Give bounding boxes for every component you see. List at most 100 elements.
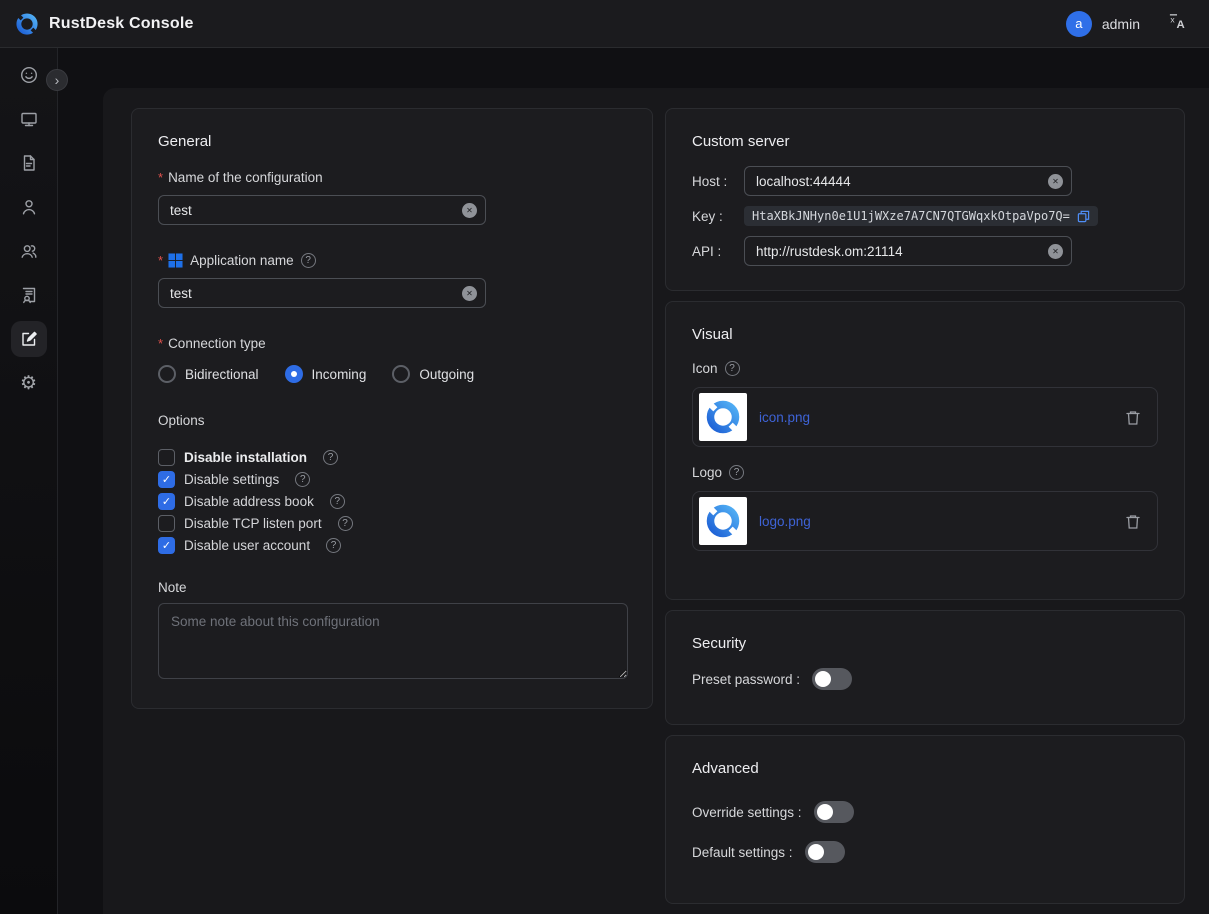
icon-label: Icon ? — [692, 361, 1158, 376]
username[interactable]: admin — [1102, 16, 1140, 32]
sidebar-item-dashboard[interactable] — [11, 57, 47, 93]
translate-icon[interactable]: x A — [1168, 12, 1187, 36]
app-name-input[interactable] — [170, 286, 455, 301]
checkbox-disable-address-book[interactable]: ✓ Disable address book ? — [158, 490, 626, 512]
advanced-card: Advanced Override settings : Default set… — [665, 735, 1185, 904]
sidebar: ⚙ › — [0, 48, 58, 914]
checkbox-disable-installation[interactable]: Disable installation ? — [158, 446, 626, 468]
clear-icon[interactable]: ✕ — [1048, 244, 1063, 259]
host-input-wrap: ✕ — [744, 166, 1072, 196]
visual-card: Visual Icon ? — [665, 301, 1185, 600]
help-icon[interactable]: ? — [330, 494, 345, 509]
sidebar-item-custom-client[interactable] — [11, 321, 47, 357]
radio-icon — [285, 365, 303, 383]
options-list: Disable installation ? ✓ Disable setting… — [158, 446, 626, 556]
help-icon[interactable]: ? — [326, 538, 341, 553]
copy-icon[interactable] — [1077, 210, 1090, 223]
host-input[interactable] — [756, 174, 1041, 189]
brand: RustDesk Console — [14, 11, 194, 37]
security-title: Security — [692, 635, 1158, 652]
checkbox-disable-user-account[interactable]: ✓ Disable user account ? — [158, 534, 626, 556]
checkbox-disable-settings[interactable]: ✓ Disable settings ? — [158, 468, 626, 490]
main-area: General * Name of the configuration ✕ * — [58, 48, 1209, 914]
document-search-icon — [19, 285, 39, 305]
delete-icon[interactable] — [1125, 513, 1141, 530]
logo-thumbnail — [699, 497, 747, 545]
key-label: Key : — [692, 209, 744, 224]
required-marker: * — [158, 336, 163, 351]
sidebar-item-users[interactable] — [11, 189, 47, 225]
radio-outgoing[interactable]: Outgoing — [392, 365, 474, 383]
logo-file-link[interactable]: logo.png — [759, 514, 811, 529]
help-icon[interactable]: ? — [295, 472, 310, 487]
help-icon[interactable]: ? — [725, 361, 740, 376]
override-settings-toggle[interactable] — [814, 801, 854, 823]
svg-text:x: x — [1170, 14, 1175, 24]
sidebar-item-settings[interactable]: ⚙ — [11, 365, 47, 401]
avatar[interactable]: a — [1066, 11, 1092, 37]
radio-incoming[interactable]: Incoming — [285, 365, 367, 383]
host-label: Host : — [692, 174, 744, 189]
api-label: API : — [692, 244, 744, 259]
icon-thumbnail — [699, 393, 747, 441]
help-icon[interactable]: ? — [338, 516, 353, 531]
clear-icon[interactable]: ✕ — [462, 203, 477, 218]
custom-server-card: Custom server Host : ✕ Key : HtaXBkJNHy — [665, 108, 1185, 291]
general-card: General * Name of the configuration ✕ * — [131, 108, 653, 709]
custom-server-title: Custom server — [692, 133, 1158, 150]
document-icon — [19, 153, 39, 173]
radio-bidirectional[interactable]: Bidirectional — [158, 365, 259, 383]
connection-type-group: Bidirectional Incoming Outgoing — [158, 365, 626, 383]
options-label: Options — [158, 413, 626, 428]
clear-icon[interactable]: ✕ — [462, 286, 477, 301]
sidebar-item-documents[interactable] — [11, 145, 47, 181]
name-label: * Name of the configuration — [158, 170, 626, 185]
help-icon[interactable]: ? — [729, 465, 744, 480]
name-input[interactable] — [170, 203, 455, 218]
checkbox-icon: ✓ — [158, 493, 175, 510]
users-group-icon — [19, 241, 39, 261]
default-settings-toggle[interactable] — [805, 841, 845, 863]
sidebar-item-audit[interactable] — [11, 277, 47, 313]
help-icon[interactable]: ? — [301, 253, 316, 268]
topbar: RustDesk Console a admin x A — [0, 0, 1209, 48]
sidebar-item-devices[interactable] — [11, 101, 47, 137]
checkbox-icon — [158, 449, 175, 466]
user-icon — [19, 197, 39, 217]
general-title: General — [158, 133, 626, 150]
svg-text:A: A — [1177, 19, 1185, 31]
smiley-icon — [19, 65, 39, 85]
logo-upload-row: logo.png — [692, 491, 1158, 551]
sidebar-expand-button[interactable]: › — [46, 69, 68, 91]
icon-file-link[interactable]: icon.png — [759, 410, 810, 425]
radio-icon — [392, 365, 410, 383]
required-marker: * — [158, 170, 163, 185]
preset-password-toggle[interactable] — [812, 668, 852, 690]
app-title: RustDesk Console — [49, 15, 194, 33]
icon-upload-row: icon.png — [692, 387, 1158, 447]
rustdesk-logo-icon — [14, 11, 40, 37]
api-input[interactable] — [756, 244, 1041, 259]
chevron-right-icon: › — [55, 73, 60, 87]
radio-icon — [158, 365, 176, 383]
app-name-input-wrap: ✕ — [158, 278, 486, 308]
name-input-wrap: ✕ — [158, 195, 486, 225]
required-marker: * — [158, 253, 163, 268]
visual-title: Visual — [692, 326, 1158, 343]
connection-type-label: * Connection type — [158, 336, 626, 351]
app-name-label: * Application name ? — [158, 253, 626, 268]
note-label: Note — [158, 580, 626, 595]
clear-icon[interactable]: ✕ — [1048, 174, 1063, 189]
advanced-title: Advanced — [692, 760, 1158, 777]
delete-icon[interactable] — [1125, 409, 1141, 426]
note-textarea[interactable] — [158, 603, 628, 679]
content-panel: General * Name of the configuration ✕ * — [103, 88, 1209, 914]
sidebar-item-groups[interactable] — [11, 233, 47, 269]
key-value: HtaXBkJNHyn0e1U1jWXze7A7CN7QTGWqxkOtpaVp… — [752, 209, 1070, 223]
preset-password-label: Preset password : — [692, 672, 800, 687]
checkbox-icon: ✓ — [158, 471, 175, 488]
checkbox-icon — [158, 515, 175, 532]
monitor-icon — [19, 109, 39, 129]
checkbox-disable-tcp-listen-port[interactable]: Disable TCP listen port ? — [158, 512, 626, 534]
help-icon[interactable]: ? — [323, 450, 338, 465]
